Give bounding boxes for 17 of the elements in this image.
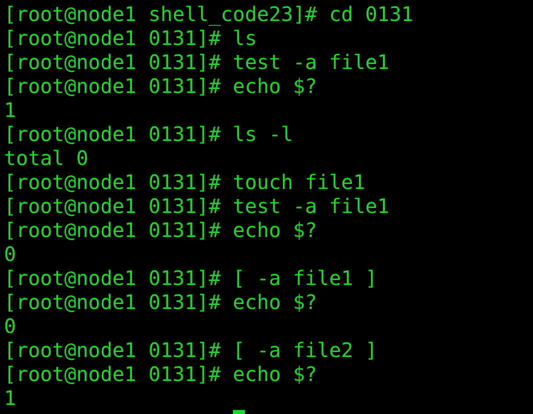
terminal-line: [root@node1 0131]# test -a file1 [4,194,390,218]
terminal-line: [root@node1 0131]# test -a file1 [4,50,390,74]
terminal-line: [root@node1 0131]# echo $? [4,74,318,98]
terminal-line: [root@node1 0131]# echo $? [4,362,318,386]
terminal-line: total 0 [4,146,88,170]
terminal-line: 0 [4,314,16,338]
terminal-line: 1 [4,98,16,122]
terminal-line: [root@node1 0131]# ls -l [4,122,293,146]
terminal-line: [root@node1 0131]# [ -a file2 ] [4,338,378,362]
terminal-line: [root@node1 0131]# [ -a file1 ] [4,266,378,290]
terminal-line: 1 [4,386,16,410]
terminal-line: [root@node1 shell_code23]# cd 0131 [4,2,414,26]
terminal-line: [root@node1 0131]# touch file1 [4,170,366,194]
terminal-line: [root@node1 0131]# ls [4,26,257,50]
terminal-line: [root@node1 0131]# echo $? [4,290,318,314]
terminal-line: 0 [4,242,16,266]
terminal-line: [root@node1 0131]# echo $? [4,218,318,242]
